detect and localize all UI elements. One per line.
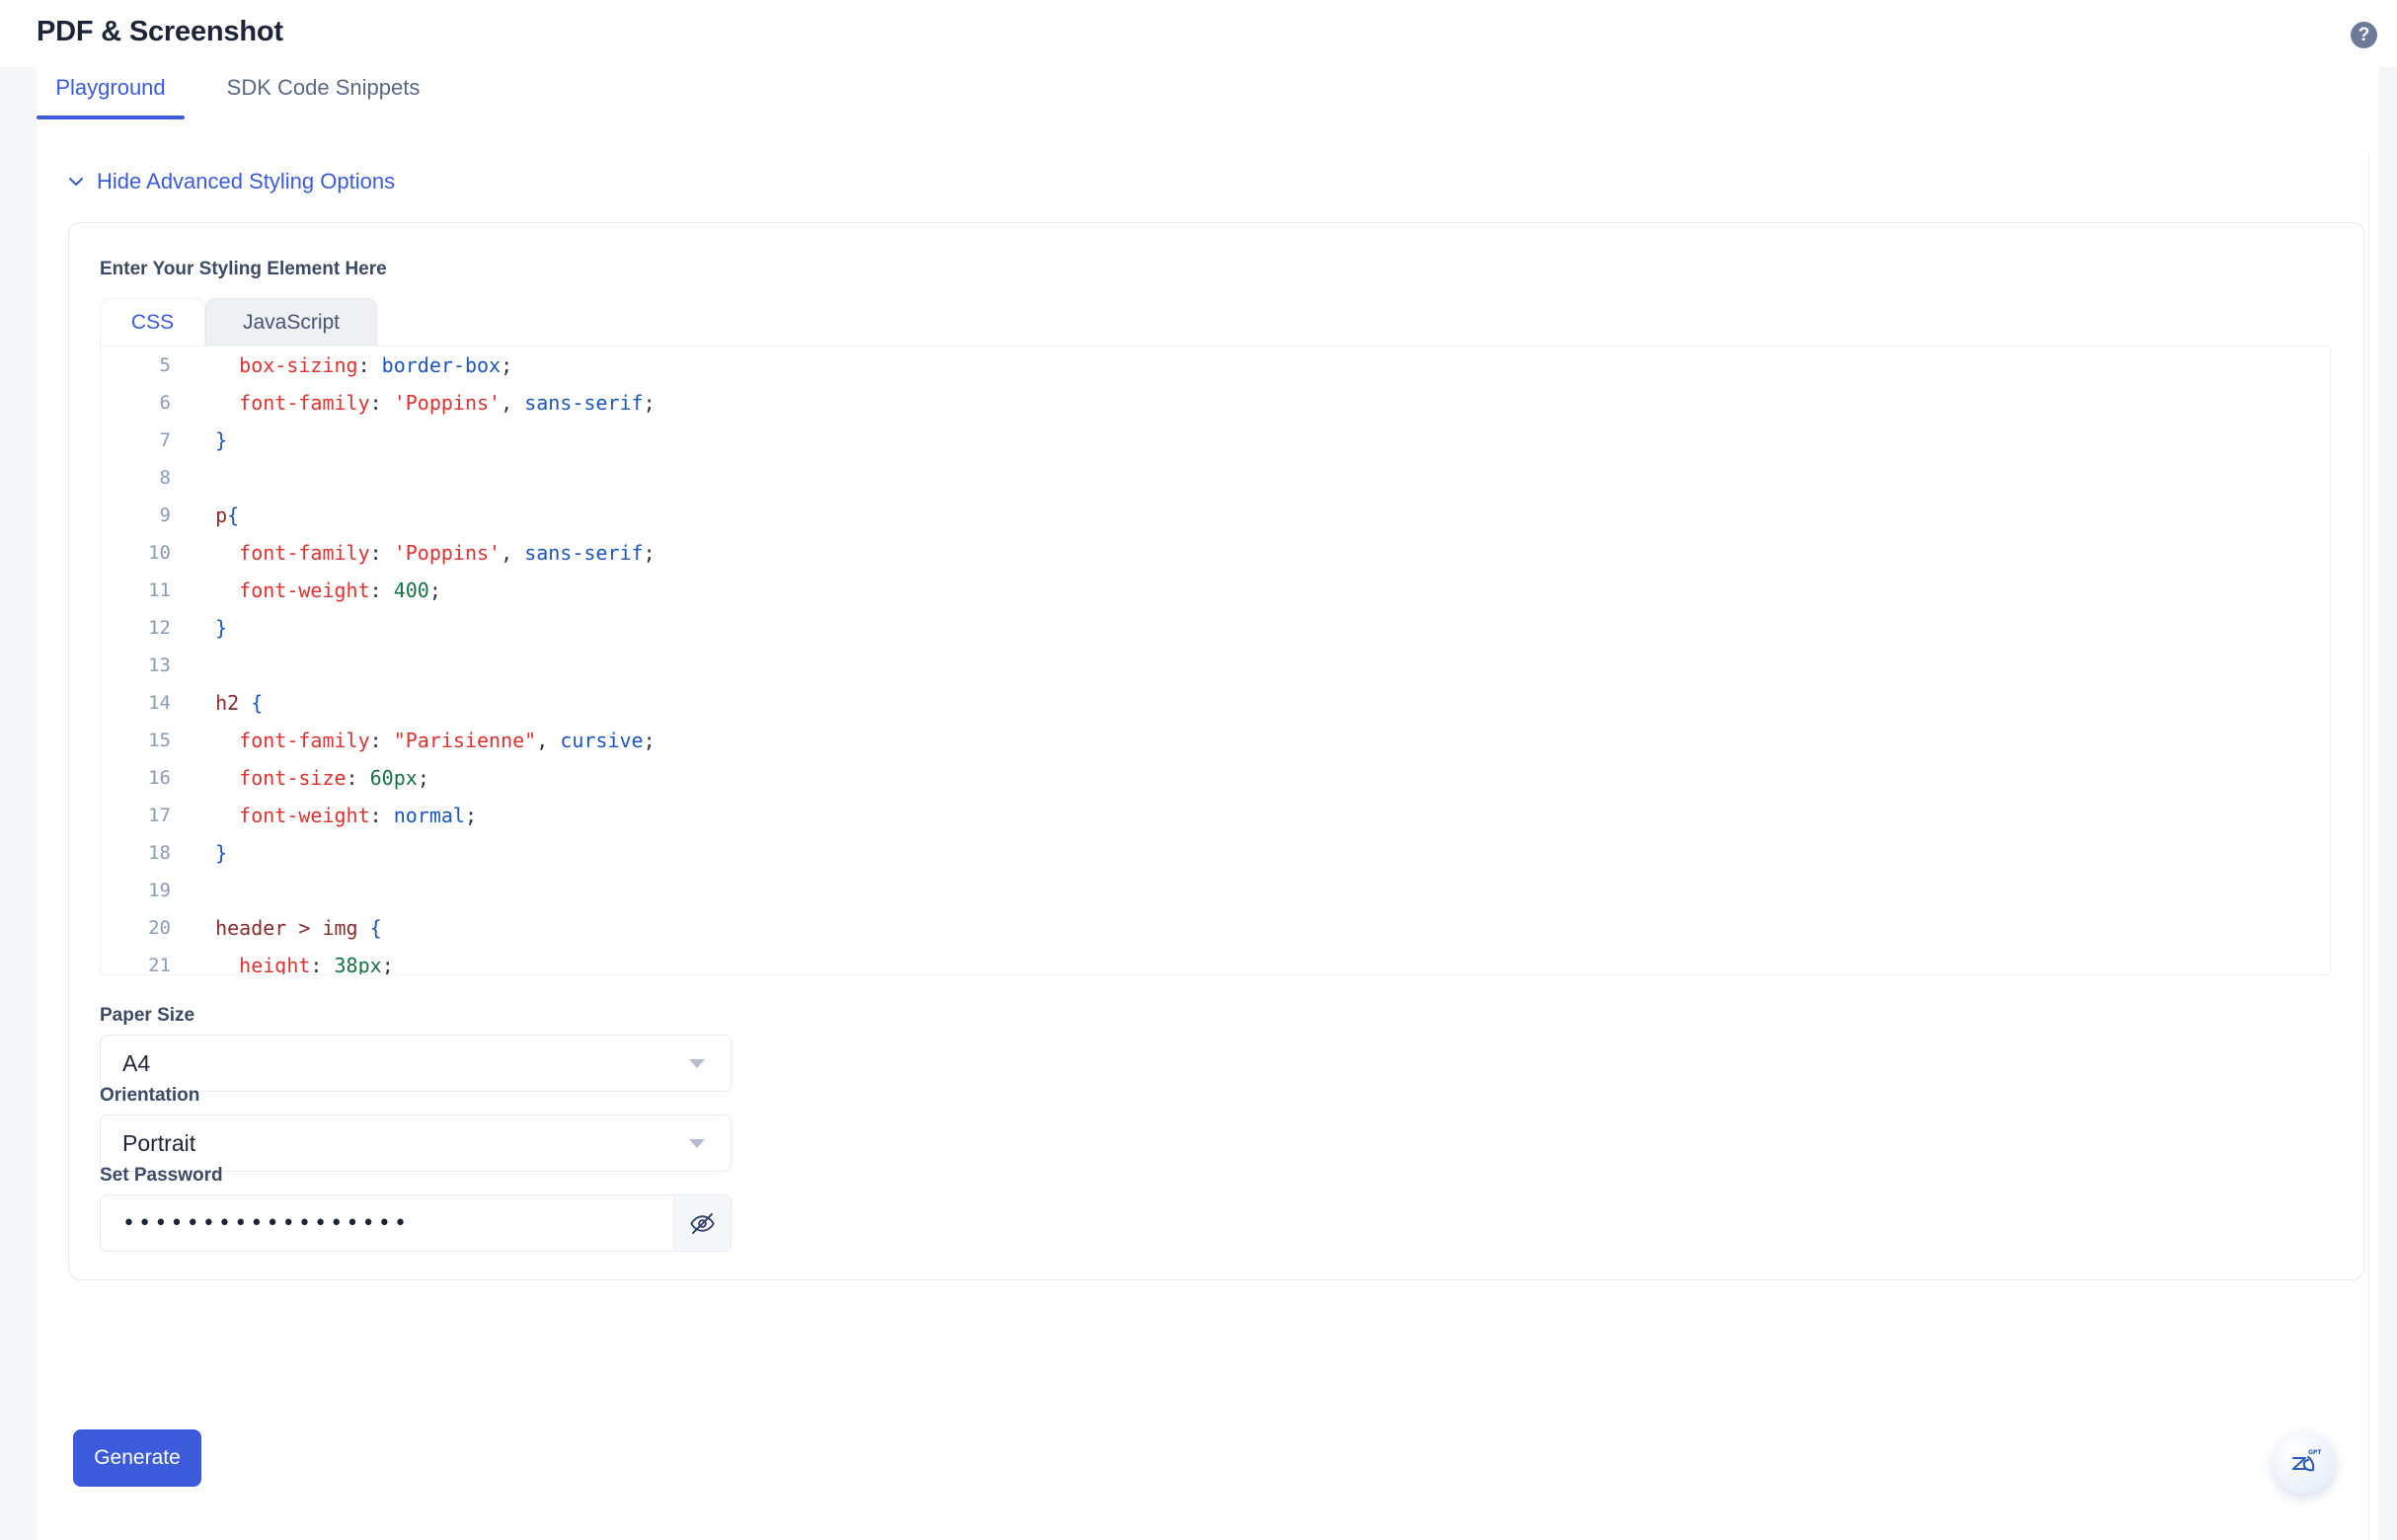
tab-playground[interactable]: Playground <box>37 67 185 119</box>
orientation-label: Orientation <box>100 1085 200 1106</box>
code-line-number: 20 <box>148 917 171 939</box>
code-line: 11 font-weight: 400; <box>101 572 2330 609</box>
generate-button[interactable]: Generate <box>73 1429 201 1487</box>
tab-bar: Playground SDK Code Snippets <box>37 67 2359 119</box>
code-line: 5 box-sizing: border-box; <box>101 346 2330 384</box>
tab-sdk-code-snippets-label: SDK Code Snippets <box>226 75 421 100</box>
code-line-text: p{ <box>192 503 240 527</box>
help-circle-icon[interactable]: ? <box>2351 22 2377 48</box>
password-input[interactable]: •••••••••••••••••• <box>101 1195 673 1251</box>
code-line-text: font-weight: 400; <box>192 578 441 602</box>
code-line: 13 <box>101 647 2330 684</box>
left-rail <box>0 67 37 1540</box>
caret-down-icon <box>689 1058 705 1068</box>
paper-size-label: Paper Size <box>100 1005 195 1026</box>
code-line-text: h2 { <box>192 691 264 715</box>
set-password-field[interactable]: •••••••••••••••••• <box>100 1194 732 1252</box>
content-scrollbar-divider <box>2368 153 2369 1540</box>
code-line-number: 21 <box>148 955 171 975</box>
code-line-number: 15 <box>148 730 171 751</box>
code-line: 17 font-weight: normal; <box>101 797 2330 834</box>
code-line-text: } <box>192 428 228 452</box>
editor-tab-javascript[interactable]: JavaScript <box>205 298 377 346</box>
page-scrollbar-track[interactable] <box>2379 0 2397 1540</box>
page-title: PDF & Screenshot <box>37 16 283 47</box>
main-content: Hide Advanced Styling Options Enter Your… <box>37 119 2364 1540</box>
code-line: 14 h2 { <box>101 684 2330 722</box>
code-line: 16 font-size: 60px; <box>101 759 2330 797</box>
code-line-text: font-size: 60px; <box>192 766 429 790</box>
chevron-down-icon <box>66 172 86 192</box>
code-line-number: 17 <box>148 805 171 826</box>
code-line: 19 <box>101 872 2330 909</box>
styling-card-label: Enter Your Styling Element Here <box>100 259 387 279</box>
code-line-number: 7 <box>159 429 171 451</box>
code-line-number: 8 <box>159 467 171 489</box>
code-line-number: 13 <box>148 654 171 676</box>
code-line-number: 12 <box>148 617 171 639</box>
eye-off-icon[interactable] <box>673 1195 731 1251</box>
code-line-text: header > img { <box>192 916 382 940</box>
code-line-number: 19 <box>148 880 171 901</box>
code-line-text: box-sizing: border-box; <box>192 353 513 377</box>
app-header: PDF & Screenshot ? <box>0 0 2397 67</box>
code-line: 9 p{ <box>101 497 2330 534</box>
code-line-number: 14 <box>148 692 171 714</box>
code-line-text: } <box>192 841 228 865</box>
svg-text:GPT: GPT <box>2308 1449 2322 1456</box>
code-line-text: font-family: 'Poppins', sans-serif; <box>192 541 656 565</box>
set-password-label: Set Password <box>100 1165 223 1186</box>
code-line: 8 <box>101 459 2330 497</box>
page-scrollbar-gap <box>2369 0 2379 1540</box>
code-line-number: 6 <box>159 392 171 414</box>
paper-size-value: A4 <box>122 1049 151 1076</box>
code-line: 7 } <box>101 422 2330 459</box>
tab-playground-label: Playground <box>55 75 166 100</box>
code-line: 20 header > img { <box>101 909 2330 947</box>
code-line-number: 18 <box>148 842 171 864</box>
styling-card: Enter Your Styling Element Here JavaScri… <box>68 222 2364 1280</box>
code-line: 12 } <box>101 609 2330 647</box>
editor-tab-javascript-label: JavaScript <box>242 311 341 334</box>
code-line-text: font-family: "Parisienne", cursive; <box>192 729 656 752</box>
code-line: 6 font-family: 'Poppins', sans-serif; <box>101 384 2330 422</box>
code-line: 18 } <box>101 834 2330 872</box>
editor-tab-css-label: CSS <box>130 311 175 334</box>
code-line-text: } <box>192 616 228 640</box>
paper-size-select[interactable]: A4 <box>100 1035 732 1092</box>
code-line-number: 9 <box>159 504 171 526</box>
css-code-editor[interactable]: 5 box-sizing: border-box; 6 font-family: … <box>100 346 2331 975</box>
code-line-number: 5 <box>159 354 171 376</box>
orientation-select[interactable]: Portrait <box>100 1115 732 1172</box>
editor-tab-css[interactable]: CSS <box>100 298 205 346</box>
caret-down-icon <box>689 1138 705 1148</box>
code-line-number: 10 <box>148 542 171 564</box>
code-line-text: height: 38px; <box>192 954 394 975</box>
code-line-text: font-family: 'Poppins', sans-serif; <box>192 391 656 415</box>
orientation-value: Portrait <box>122 1129 196 1156</box>
code-line: 21 height: 38px; <box>101 947 2330 975</box>
code-line: 10 font-family: 'Poppins', sans-serif; <box>101 534 2330 572</box>
code-line-number: 11 <box>148 579 171 601</box>
advanced-styling-toggle-label: Hide Advanced Styling Options <box>97 169 396 193</box>
code-line: 15 font-family: "Parisienne", cursive; <box>101 722 2330 759</box>
code-line-number: 16 <box>148 767 171 789</box>
zia-gpt-assistant-icon[interactable]: GPT <box>2274 1432 2335 1494</box>
editor-tab-bar: JavaScript CSS <box>100 298 2331 346</box>
code-line-text: font-weight: normal; <box>192 804 478 827</box>
advanced-styling-toggle[interactable]: Hide Advanced Styling Options <box>66 169 395 194</box>
tab-sdk-code-snippets[interactable]: SDK Code Snippets <box>212 67 434 119</box>
